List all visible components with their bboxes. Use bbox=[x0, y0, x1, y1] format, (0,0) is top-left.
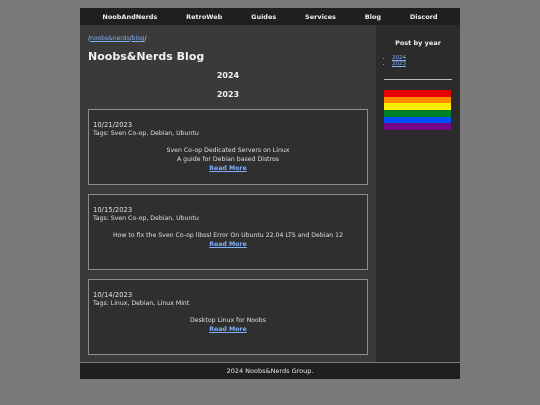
breadcrumb-separator: / bbox=[144, 35, 147, 42]
post-title: Sven Co-op Dedicated Servers on Linux bbox=[166, 147, 290, 154]
year-heading-2023: 2023 bbox=[216, 90, 240, 99]
content-area: /noobs&nerds/blog/ Noobs&Nerds Blog 2024… bbox=[80, 25, 460, 362]
post-tags: Tags: Sven Co-op, Debian, Ubuntu bbox=[93, 130, 199, 137]
breadcrumb: /noobs&nerds/blog/ bbox=[88, 35, 368, 42]
flag-stripe bbox=[384, 110, 451, 117]
nav-item-retroweb[interactable]: RetroWeb bbox=[186, 13, 222, 21]
post-tags: Tags: Linux, Debian, Linux Mint bbox=[93, 300, 190, 307]
sidebar: Post by year 2024 2023 bbox=[376, 25, 460, 362]
page: NoobAndNerds RetroWeb Guides Services Bl… bbox=[80, 8, 460, 379]
flag-stripe bbox=[384, 90, 451, 97]
flag-stripe bbox=[384, 96, 451, 104]
post-card: 10/21/2023 Tags: Sven Co-op, Debian, Ubu… bbox=[88, 109, 368, 185]
footer-text: 2024 Noobs&Nerds Group. bbox=[226, 367, 314, 375]
year-heading-2024: 2024 bbox=[216, 71, 240, 80]
pride-flag-image bbox=[384, 90, 451, 131]
nav-item-discord[interactable]: Discord bbox=[410, 13, 438, 21]
read-more-link[interactable]: Read More bbox=[93, 240, 363, 249]
sidebar-title: Post by year bbox=[395, 39, 441, 47]
nav-item-blog[interactable]: Blog bbox=[365, 13, 381, 21]
post-description: Sven Co-op Dedicated Servers on Linux A … bbox=[93, 146, 363, 164]
post-tags: Tags: Sven Co-op, Debian, Ubuntu bbox=[93, 215, 199, 222]
nav-item-noobandnerds[interactable]: NoobAndNerds bbox=[102, 13, 157, 21]
page-title: Noobs&Nerds Blog bbox=[88, 50, 205, 63]
sidebar-divider bbox=[384, 79, 452, 80]
top-nav: NoobAndNerds RetroWeb Guides Services Bl… bbox=[80, 8, 460, 25]
post-subtitle: A guide for Debian based Distros bbox=[176, 156, 280, 163]
year-link-2023[interactable]: 2023 bbox=[392, 61, 406, 67]
post-card: 10/14/2023 Tags: Linux, Debian, Linux Mi… bbox=[88, 279, 368, 355]
read-more-link[interactable]: Read More bbox=[93, 164, 363, 173]
post-card: 10/15/2023 Tags: Sven Co-op, Debian, Ubu… bbox=[88, 194, 368, 270]
flag-stripe bbox=[384, 103, 451, 111]
year-list-item: 2023 bbox=[392, 61, 452, 67]
year-list: 2024 2023 bbox=[384, 55, 452, 67]
post-description: Desktop Linux for Noobs bbox=[93, 316, 363, 325]
post-title: How to fix the Sven Co-op libssl Error O… bbox=[112, 232, 344, 239]
post-title: Desktop Linux for Noobs bbox=[190, 317, 266, 324]
post-date: 10/14/2023 bbox=[93, 291, 133, 299]
main-content: /noobs&nerds/blog/ Noobs&Nerds Blog 2024… bbox=[80, 25, 376, 362]
flag-stripe bbox=[384, 123, 451, 131]
footer: 2024 Noobs&Nerds Group. bbox=[80, 363, 460, 379]
breadcrumb-blog-link[interactable]: blog bbox=[132, 35, 145, 42]
post-date: 10/21/2023 bbox=[93, 121, 133, 129]
post-date: 10/15/2023 bbox=[93, 206, 133, 214]
nav-item-guides[interactable]: Guides bbox=[251, 13, 276, 21]
breadcrumb-home-link[interactable]: noobs&nerds bbox=[90, 35, 130, 42]
read-more-link[interactable]: Read More bbox=[93, 325, 363, 334]
flag-stripe bbox=[384, 116, 451, 124]
post-description: How to fix the Sven Co-op libssl Error O… bbox=[93, 231, 363, 240]
nav-item-services[interactable]: Services bbox=[305, 13, 336, 21]
